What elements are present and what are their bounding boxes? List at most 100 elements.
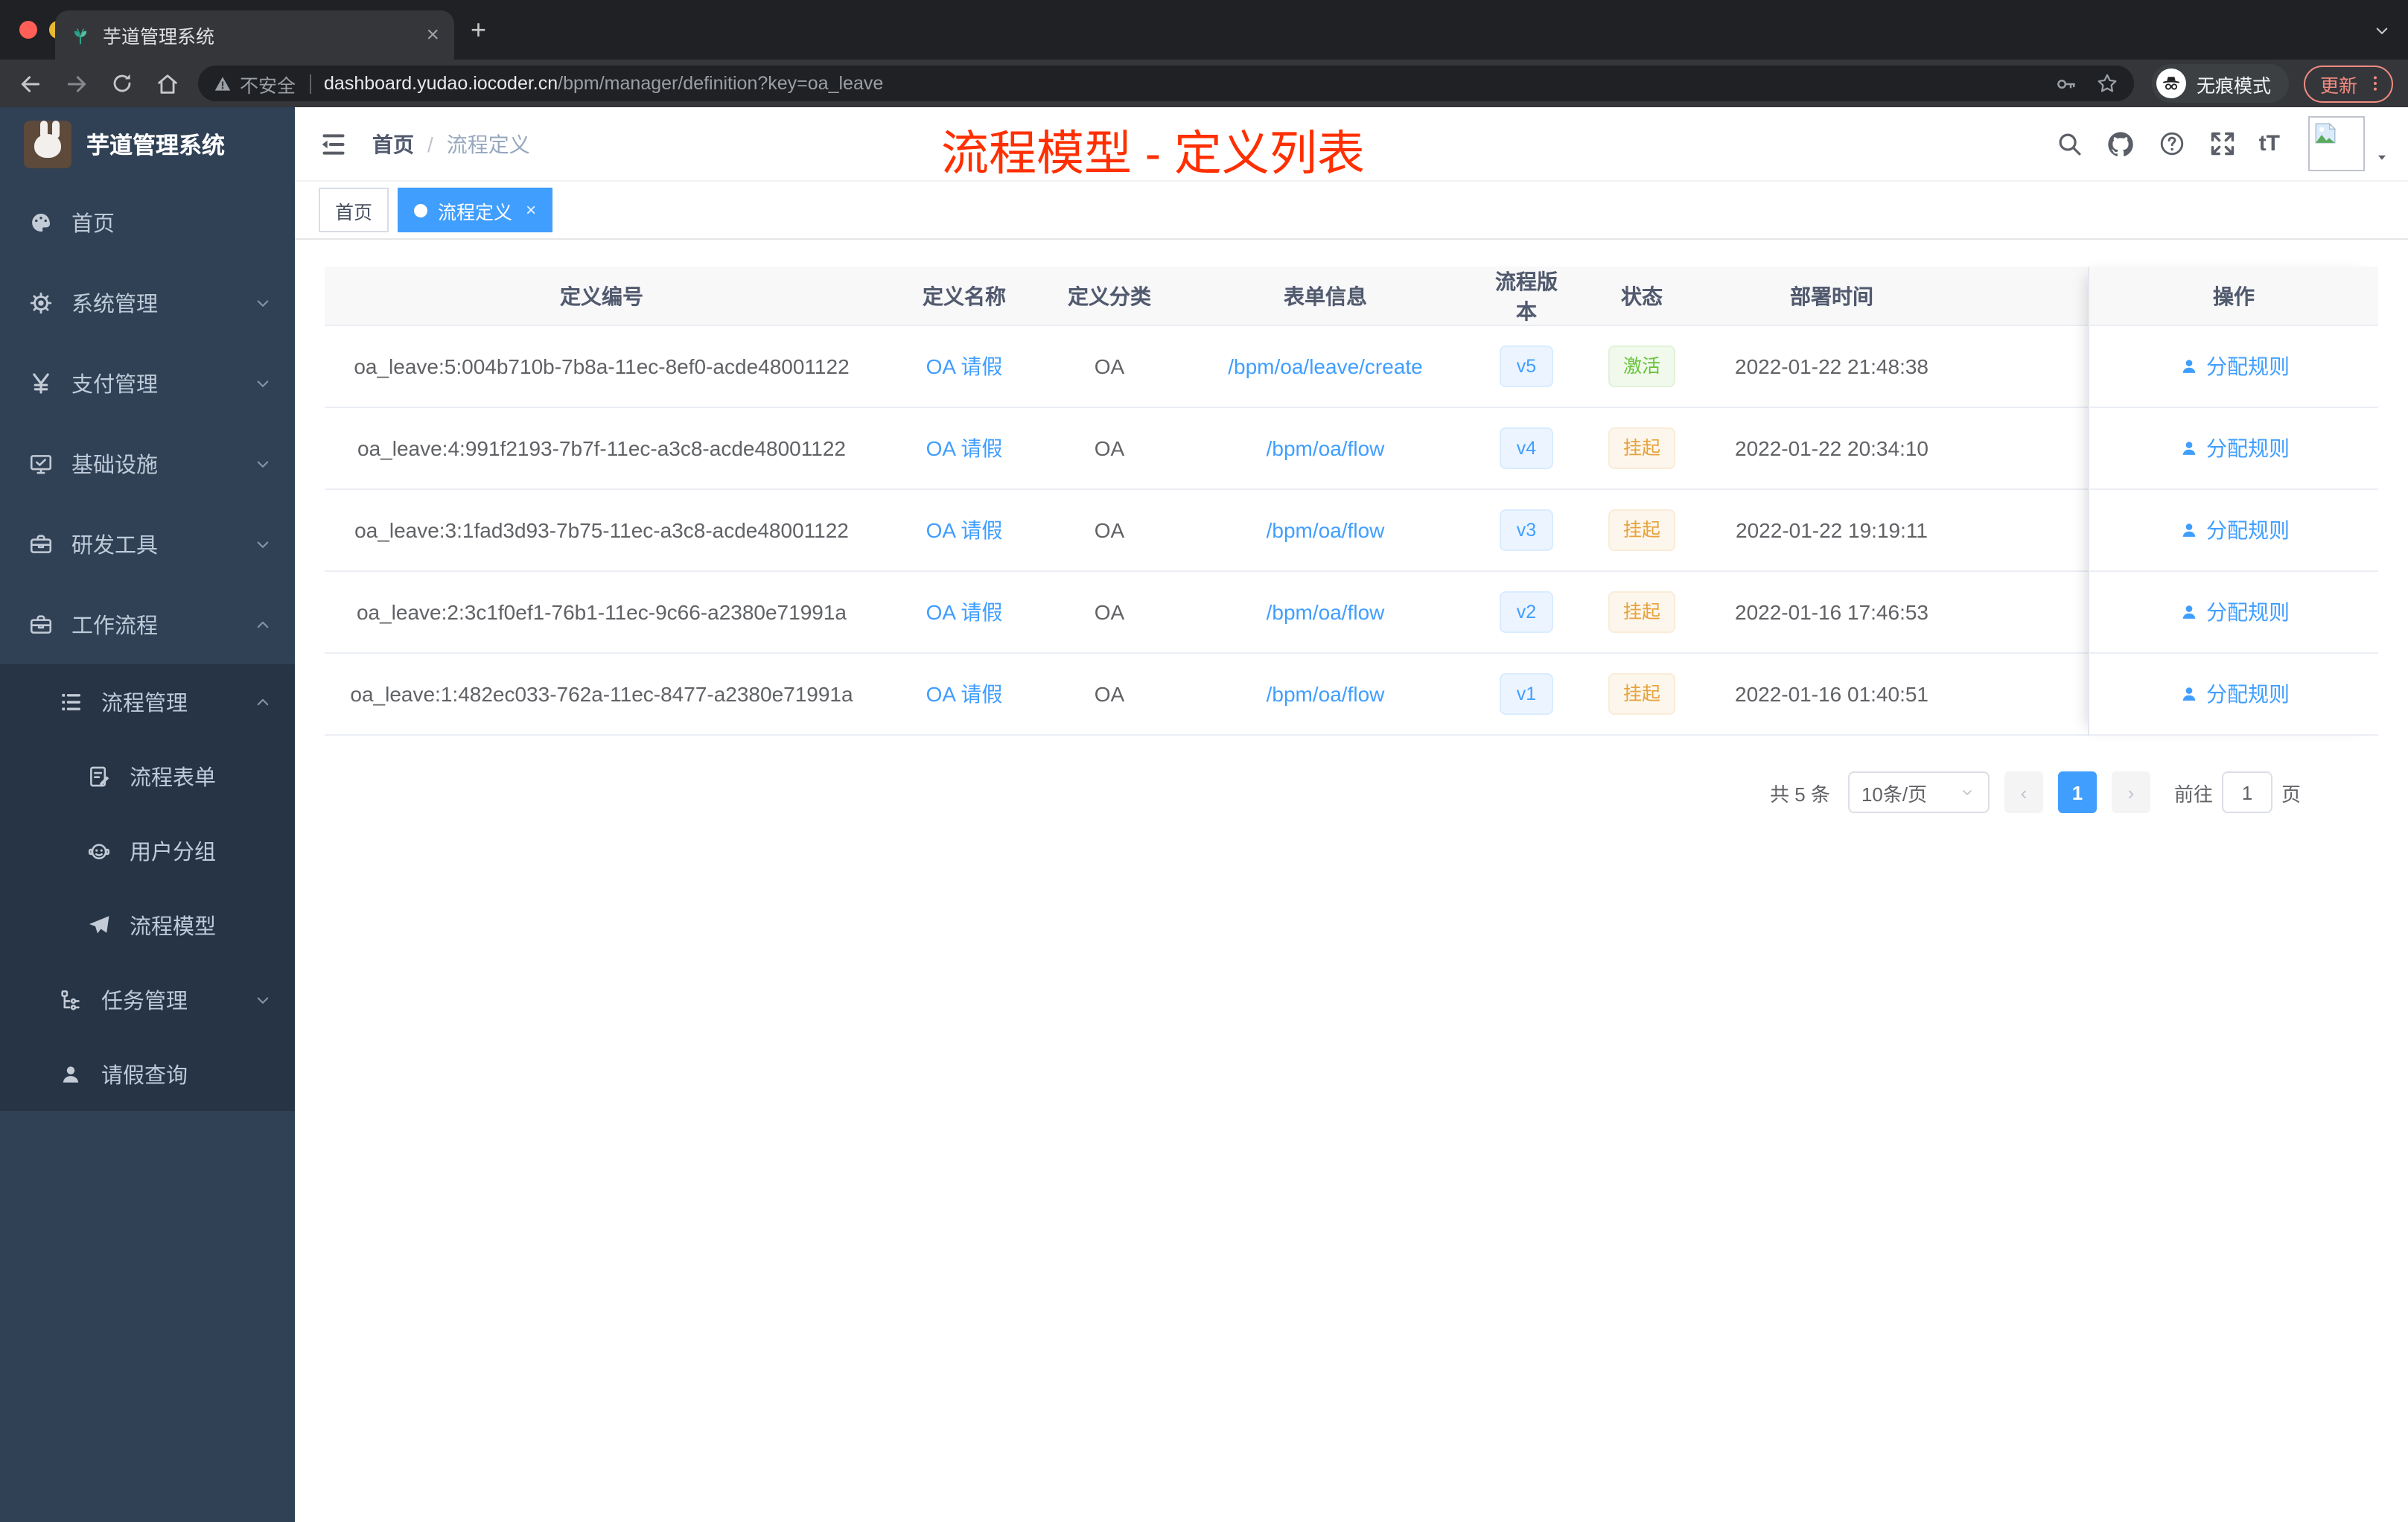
security-label: 不安全 — [240, 75, 296, 96]
red-annotation-text: 流程模型 - 定义列表 — [941, 127, 1365, 180]
breadcrumb-home[interactable]: 首页 — [372, 129, 414, 159]
status-badge: 挂起 — [1608, 591, 1675, 633]
tab-close-icon[interactable]: × — [426, 24, 439, 46]
next-page-button[interactable]: › — [2111, 771, 2150, 813]
close-window-button[interactable] — [19, 21, 37, 39]
home-icon[interactable] — [155, 71, 180, 96]
form-info-link[interactable]: /bpm/oa/flow — [1267, 682, 1385, 706]
active-tag-dot — [414, 203, 428, 217]
gear-icon — [28, 290, 54, 315]
sidebar-collapse-icon[interactable] — [319, 129, 348, 159]
form-info-link[interactable]: /bpm/oa/leave/create — [1228, 354, 1423, 378]
assign-user-icon — [2178, 684, 2199, 704]
definition-name-link[interactable]: OA 请假 — [926, 600, 1003, 624]
url-bar[interactable]: 不安全 dashboard.yudao.iocoder.cn/bpm/manag… — [198, 66, 2134, 101]
sidebar-item-label: 用户分组 — [130, 841, 216, 865]
form-info-link[interactable]: /bpm/oa/flow — [1267, 436, 1385, 460]
sidebar-item-process-mgmt[interactable]: 流程管理 — [0, 664, 295, 739]
definition-name-link[interactable]: OA 请假 — [926, 518, 1003, 542]
definition-name-link[interactable]: OA 请假 — [926, 354, 1003, 378]
browser-chrome: 芋道管理系统 × + 不安全 dashboard.yudao.iocoder.c… — [0, 0, 2408, 107]
assign-rule-link[interactable]: 分配规则 — [2206, 679, 2290, 709]
favicon-seedling-icon — [70, 25, 91, 45]
operations-cell: 分配规则 — [2089, 326, 2378, 408]
version-badge: v5 — [1500, 346, 1553, 387]
cell-category: OA — [1094, 518, 1125, 542]
sidebar-item-dev-tools[interactable]: 研发工具 — [0, 503, 295, 584]
update-label: 更新 — [2319, 75, 2357, 96]
incognito-icon — [2156, 69, 2186, 98]
cell-definition-id: oa_leave:5:004b710b-7b8a-11ec-8ef0-acde4… — [354, 354, 850, 378]
definition-name-link[interactable]: OA 请假 — [926, 682, 1003, 706]
sidebar-item-label: 流程管理 — [101, 692, 188, 716]
operations-cell: 分配规则 — [2089, 408, 2378, 490]
chevron-down-icon — [252, 532, 274, 555]
col-header-form-info: 表单信息 — [1284, 284, 1367, 308]
col-header-definition-category: 定义分类 — [1068, 284, 1151, 308]
browser-tab[interactable]: 芋道管理系统 × — [55, 10, 454, 60]
sidebar-item-payment-mgmt[interactable]: 支付管理 — [0, 343, 295, 423]
browser-menu-dots-icon[interactable] — [2365, 73, 2386, 94]
version-badge: v3 — [1500, 509, 1553, 551]
sidebar-item-home[interactable]: 首页 — [0, 182, 295, 262]
url-host: dashboard.yudao.iocoder.cn — [324, 73, 558, 94]
sidebar-item-process-form[interactable]: 流程表单 — [0, 739, 295, 813]
sidebar-item-system-mgmt[interactable]: 系统管理 — [0, 262, 295, 343]
table-row: oa_leave:2:3c1f0ef1-76b1-11ec-9c66-a2380… — [325, 572, 2378, 654]
bookmark-star-icon[interactable] — [2095, 71, 2119, 95]
app-navbar: 首页 / 流程定义 流程模型 - 定义列表 tT — [295, 107, 2408, 182]
sidebar-item-label: 工作流程 — [71, 614, 158, 638]
help-question-icon[interactable] — [2158, 130, 2186, 158]
cell-deploy-time: 2022-01-22 19:19:11 — [1736, 518, 1928, 542]
dashboard-icon — [28, 209, 54, 235]
tag-close-icon[interactable]: × — [526, 200, 536, 220]
password-key-icon[interactable] — [2055, 72, 2077, 95]
fullscreen-icon[interactable] — [2208, 130, 2237, 158]
table-row: oa_leave:3:1fad3d93-7b75-11ec-a3c8-acde4… — [325, 490, 2378, 572]
screen: 芋道管理系统 × + 不安全 dashboard.yudao.iocoder.c… — [0, 0, 2408, 1522]
assign-rule-link[interactable]: 分配规则 — [2206, 597, 2290, 627]
form-info-link[interactable]: /bpm/oa/flow — [1267, 600, 1385, 624]
col-header-process-version: 流程版本 — [1495, 269, 1558, 322]
sidebar: 芋道管理系统 首页 系统管理 支付管理 基础设施 研发工具 工作流程 流程管理 … — [0, 107, 295, 1522]
sidebar-item-user-group[interactable]: 用户分组 — [0, 813, 295, 888]
forward-icon[interactable] — [64, 71, 89, 96]
github-icon[interactable] — [2106, 129, 2135, 159]
table-row: oa_leave:5:004b710b-7b8a-11ec-8ef0-acde4… — [325, 326, 2378, 408]
sidebar-item-task-mgmt[interactable]: 任务管理 — [0, 962, 295, 1037]
sidebar-menu: 首页 系统管理 支付管理 基础设施 研发工具 工作流程 流程管理 流程表单 用户… — [0, 182, 295, 1111]
app-logo-row[interactable]: 芋道管理系统 — [0, 107, 295, 182]
current-page-button[interactable]: 1 — [2057, 771, 2097, 813]
cell-deploy-time: 2022-01-16 01:40:51 — [1735, 682, 1928, 706]
browser-update-button[interactable]: 更新 — [2303, 65, 2393, 102]
list-icon — [58, 689, 83, 714]
goto-page-input[interactable] — [2221, 771, 2272, 813]
back-icon[interactable] — [18, 71, 43, 96]
sidebar-item-workflow[interactable]: 工作流程 — [0, 584, 295, 664]
tag-process-definition[interactable]: 流程定义 × — [398, 188, 553, 232]
sidebar-item-infrastructure[interactable]: 基础设施 — [0, 423, 295, 503]
workflow-submenu: 流程管理 流程表单 用户分组 流程模型 任务管理 请假查询 — [0, 664, 295, 1111]
tab-search-chevron-icon[interactable] — [2371, 19, 2393, 42]
assign-rule-link[interactable]: 分配规则 — [2206, 515, 2290, 545]
assign-rule-link[interactable]: 分配规则 — [2206, 351, 2290, 381]
reload-icon[interactable] — [110, 71, 134, 95]
operations-cell: 分配规则 — [2089, 654, 2378, 736]
new-tab-button[interactable]: + — [471, 16, 486, 43]
pagination: 共 5 条 10条/页 ‹ 1 › 前往 页 — [325, 771, 2378, 813]
tag-home[interactable]: 首页 — [319, 188, 389, 232]
assign-rule-link[interactable]: 分配规则 — [2206, 433, 2290, 463]
definition-name-link[interactable]: OA 请假 — [926, 436, 1003, 460]
cell-definition-id: oa_leave:3:1fad3d93-7b75-11ec-a3c8-acde4… — [354, 518, 849, 542]
cell-deploy-time: 2022-01-16 17:46:53 — [1735, 600, 1928, 624]
sidebar-item-process-model[interactable]: 流程模型 — [0, 888, 295, 962]
page-size-select[interactable]: 10条/页 — [1847, 771, 1990, 813]
cell-category: OA — [1094, 436, 1125, 460]
user-avatar-menu[interactable] — [2308, 116, 2390, 171]
search-icon[interactable] — [2055, 130, 2083, 158]
sidebar-item-leave-query[interactable]: 请假查询 — [0, 1037, 295, 1111]
prev-page-button[interactable]: ‹ — [2004, 771, 2043, 813]
font-size-icon[interactable]: tT — [2259, 131, 2280, 156]
form-info-link[interactable]: /bpm/oa/flow — [1267, 518, 1385, 542]
table-row: oa_leave:1:482ec033-762a-11ec-8477-a2380… — [325, 654, 2378, 736]
